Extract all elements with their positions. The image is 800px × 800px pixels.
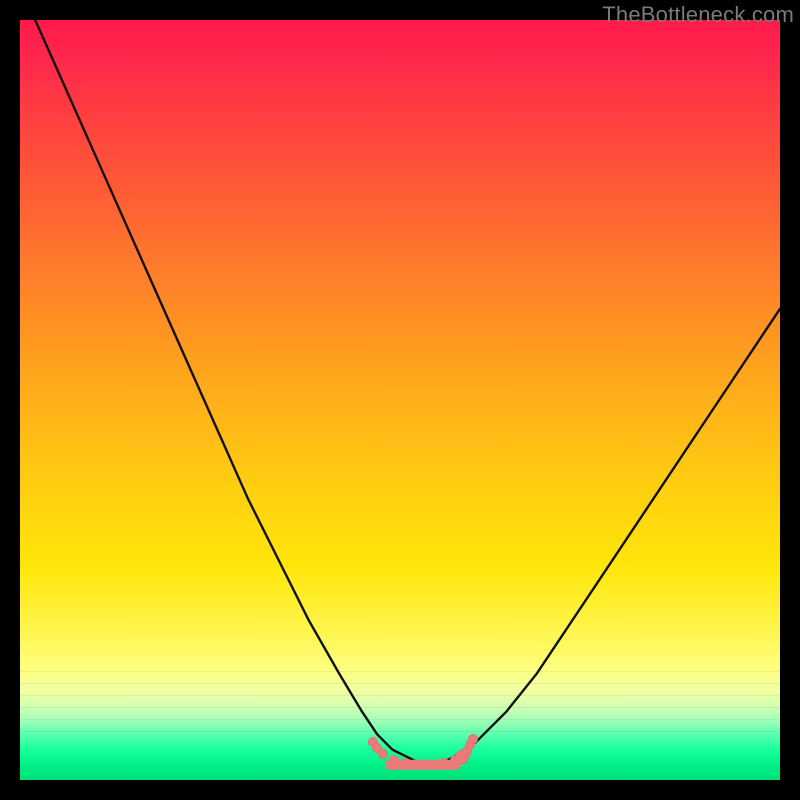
gradient-band [20, 731, 780, 732]
chart-frame [20, 20, 780, 780]
plot-area [20, 20, 780, 780]
watermark-text: TheBottleneck.com [602, 2, 794, 28]
gradient-band [20, 695, 780, 696]
gradient-band [20, 719, 780, 720]
data-point-bar [385, 759, 461, 770]
data-point-marker [378, 749, 388, 759]
gradient-band [20, 671, 780, 672]
bottleneck-curve [20, 20, 780, 780]
data-point-marker [468, 734, 478, 744]
gradient-band [20, 707, 780, 708]
gradient-band [20, 683, 780, 684]
